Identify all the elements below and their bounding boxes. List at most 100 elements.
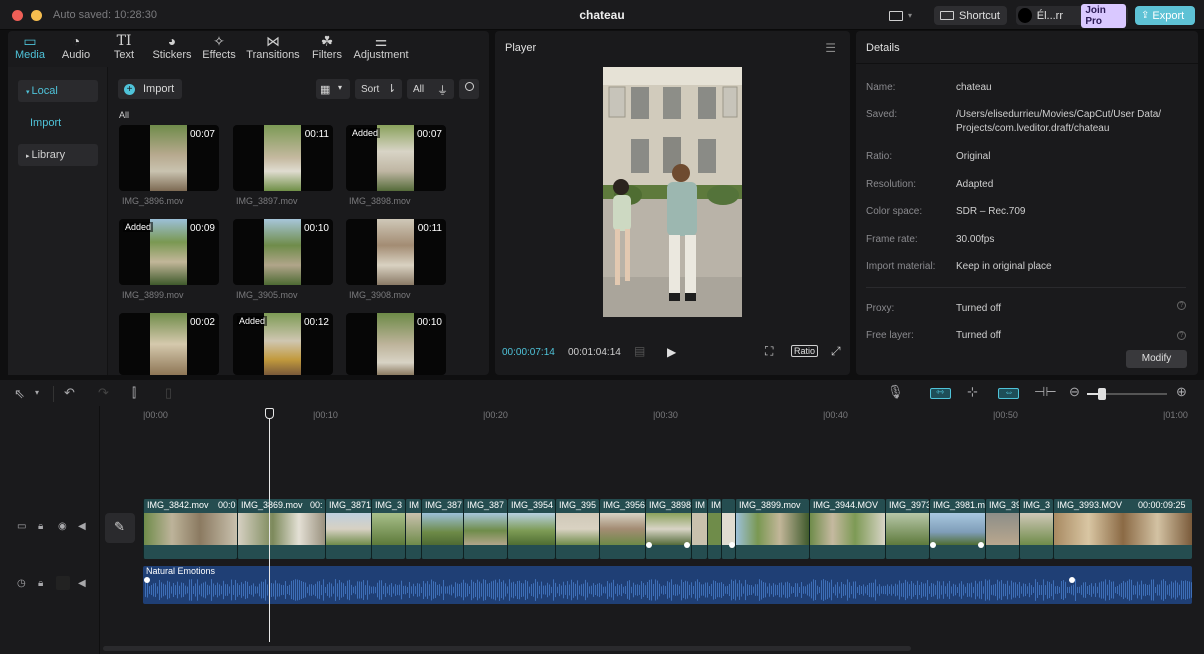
ratio-button[interactable]: Ratio	[791, 345, 819, 357]
split-icon[interactable]: ⫿	[132, 385, 136, 401]
video-clip[interactable]: IMG_387	[421, 499, 463, 559]
speaker-icon[interactable]: ◀︎	[78, 578, 86, 589]
video-clip[interactable]: IMG_395	[555, 499, 599, 559]
sidebar-item-library[interactable]: ▸ Library	[18, 144, 98, 166]
shortcut-button[interactable]: Shortcut	[934, 6, 1007, 25]
media-item[interactable]: 00:10	[346, 313, 446, 375]
keyframe-dot[interactable]	[646, 542, 652, 548]
video-clip[interactable]: IMG_3898	[645, 499, 691, 559]
select-tool-icon[interactable]: ⇖	[14, 386, 25, 402]
video-clip[interactable]: IMG_387	[463, 499, 507, 559]
play-button[interactable]: ▶	[667, 345, 676, 359]
video-clip[interactable]: IMG_3973	[885, 499, 929, 559]
view-mode-button[interactable]: ▦ ▾	[316, 79, 350, 99]
filter-button[interactable]: All ⏚	[407, 79, 454, 99]
video-clip[interactable]: IMG_3842.mov 00:0	[143, 499, 237, 559]
account-name: Él...rr	[1036, 9, 1064, 22]
keyframe-dot[interactable]	[144, 577, 150, 583]
playhead-handle[interactable]	[265, 408, 274, 419]
video-clip[interactable]: IMG_3869.mov 00:	[237, 499, 325, 559]
video-clip[interactable]: IMG_3981.m	[929, 499, 985, 559]
chevron-down-icon[interactable]: ▾	[35, 388, 39, 397]
timecode-grid-icon[interactable]: ▤	[634, 344, 645, 358]
layout-menu-button[interactable]: ▾	[883, 6, 918, 25]
modify-button[interactable]: Modify	[1126, 350, 1187, 368]
export-label: Export	[1152, 9, 1185, 22]
tab-transitions[interactable]: ⋈ Transitions	[242, 31, 304, 67]
keyframe-dot[interactable]	[684, 542, 690, 548]
fullscreen-crop-icon[interactable]: ⛶	[765, 344, 773, 359]
keyframe-dot[interactable]	[729, 542, 735, 548]
import-button[interactable]: + Import	[118, 79, 182, 99]
keyframe-dot[interactable]	[1069, 577, 1075, 583]
tab-text[interactable]: TI Text	[100, 31, 148, 67]
video-clip[interactable]: IM	[405, 499, 421, 559]
media-item[interactable]: 00:07	[119, 125, 219, 191]
delete-icon[interactable]: ▯	[165, 385, 172, 401]
timeline-scrollbar[interactable]	[103, 646, 911, 651]
help-icon[interactable]: ?	[1177, 301, 1186, 310]
zoom-slider-handle[interactable]	[1098, 388, 1106, 400]
redo-icon[interactable]: ↷	[98, 385, 109, 401]
video-clip[interactable]: IM	[691, 499, 707, 559]
video-clip[interactable]: IMG_3944.MOV	[809, 499, 885, 559]
video-preview[interactable]	[603, 67, 742, 317]
clip-thumbnails	[736, 513, 809, 545]
blank-toggle[interactable]	[56, 576, 70, 590]
playhead-line[interactable]	[269, 412, 270, 642]
expand-icon[interactable]: ⤢	[831, 344, 841, 359]
keyframe-dot[interactable]	[930, 542, 936, 548]
linkage-button[interactable]: ⇔	[998, 387, 1019, 399]
tab-effects[interactable]: ✧ Effects	[196, 31, 242, 67]
tab-stickers[interactable]: ◕ Stickers	[148, 31, 196, 67]
tab-adjustment[interactable]: ⚌ Adjustment	[350, 31, 412, 67]
media-item[interactable]: 00:02	[119, 313, 219, 375]
video-clip[interactable]: IMG_3871	[325, 499, 371, 559]
preview-axis-icon[interactable]: ⊣⊢	[1034, 384, 1057, 400]
eye-icon[interactable]: ◉	[58, 521, 67, 532]
video-clip[interactable]: IMG_3	[1019, 499, 1053, 559]
undo-icon[interactable]: ↶	[64, 385, 75, 401]
video-clip[interactable]	[721, 499, 735, 559]
help-icon[interactable]: ?	[1177, 331, 1186, 340]
clip-thumbnails	[422, 513, 463, 545]
lock-icon[interactable]: 🔒︎	[38, 578, 43, 589]
media-item[interactable]: Added 00:12	[233, 313, 333, 375]
join-pro-badge[interactable]: Join Pro	[1081, 3, 1126, 28]
clip-thumbnails	[372, 513, 405, 545]
sort-button[interactable]: Sort ⇂	[355, 79, 402, 99]
snap-icon[interactable]: ⊹	[967, 384, 978, 400]
media-item[interactable]: Added 00:09	[119, 219, 219, 285]
main-track-magnet-button[interactable]: ⇿	[930, 387, 951, 399]
video-clip[interactable]: IMG_39	[985, 499, 1019, 559]
video-clip[interactable]: IM	[707, 499, 721, 559]
search-button[interactable]	[459, 79, 479, 99]
tab-media[interactable]: ▭ Media	[8, 31, 52, 67]
menu-icon[interactable]: ☰	[825, 41, 836, 55]
media-item[interactable]: 00:11	[233, 125, 333, 191]
export-button[interactable]: ⇪ Export	[1135, 6, 1195, 25]
microphone-icon[interactable]: 🎙	[887, 384, 904, 400]
sidebar-item-import[interactable]: Import	[30, 117, 61, 129]
tab-filters[interactable]: ☘ Filters	[304, 31, 350, 67]
lock-icon[interactable]: 🔒︎	[38, 521, 43, 532]
media-item[interactable]: Added 00:07	[346, 125, 446, 191]
video-clip[interactable]: IMG_3954	[507, 499, 555, 559]
video-clip[interactable]: IMG_3956	[599, 499, 645, 559]
detail-value: SDR – Rec.709	[956, 206, 1026, 217]
zoom-in-icon[interactable]: ⊕	[1176, 384, 1187, 400]
keyframe-dot[interactable]	[978, 542, 984, 548]
tab-audio[interactable]: ◔ Audio	[52, 31, 100, 67]
speaker-icon[interactable]: ◀︎	[78, 521, 86, 532]
sidebar-item-local[interactable]: ▾ Local	[18, 80, 98, 102]
clip-thumbnails	[810, 513, 885, 545]
media-item[interactable]: 00:10	[233, 219, 333, 285]
video-clip[interactable]: IMG_3993.MOV 00:00:09:25	[1053, 499, 1192, 559]
video-clip[interactable]: IMG_3	[371, 499, 405, 559]
zoom-out-icon[interactable]: ⊖	[1069, 384, 1080, 400]
audio-clip[interactable]: Natural Emotions	[143, 566, 1192, 604]
video-clip[interactable]: IMG_3899.mov	[735, 499, 809, 559]
media-item[interactable]: 00:11	[346, 219, 446, 285]
cover-edit-button[interactable]: ✎	[105, 513, 135, 543]
account-button[interactable]: Él...rr Join Pro	[1016, 3, 1128, 28]
